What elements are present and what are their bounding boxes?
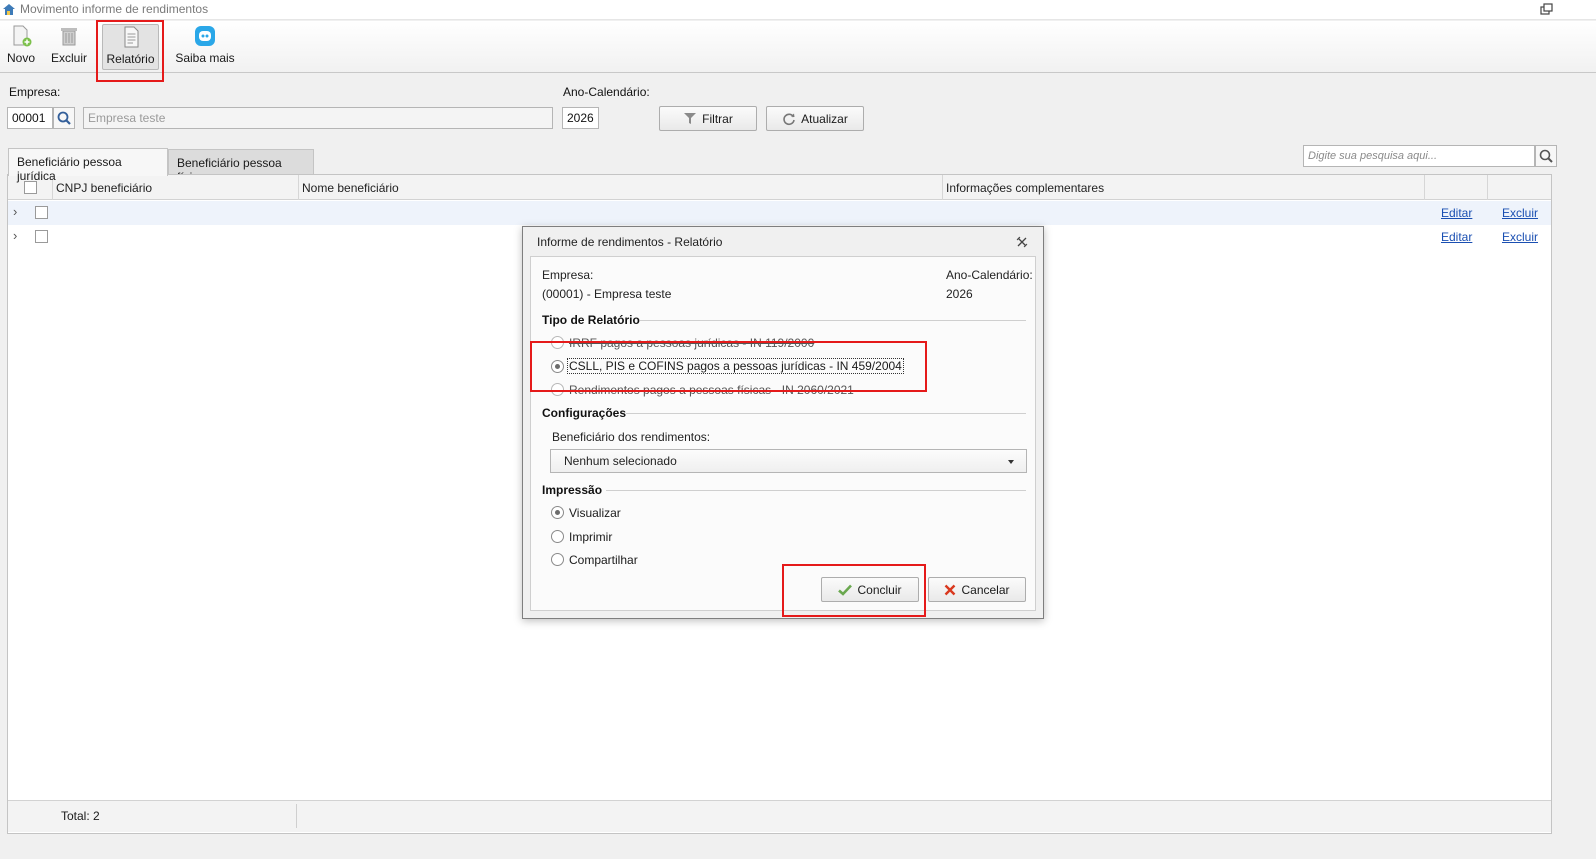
impressao-radio-compartilhar[interactable] [551, 553, 564, 566]
empresa-label: Empresa: [9, 85, 61, 99]
beneficiario-select[interactable]: Nenhum selecionado [550, 449, 1027, 473]
expand-chevron-icon[interactable]: › [13, 204, 17, 219]
refresh-icon [783, 112, 795, 125]
atualizar-button[interactable]: Atualizar [766, 106, 864, 131]
tab-pessoa-fisica[interactable]: Beneficiário pessoa física [168, 149, 314, 184]
impressao-option-imprimir[interactable]: Imprimir [569, 530, 612, 544]
tipo-option-csll-text: CSLL, PIS e COFINS pagos a pessoas juríd… [567, 358, 904, 374]
delete-link[interactable]: Excluir [1502, 230, 1538, 244]
impressao-radio-visualizar[interactable] [551, 506, 564, 519]
header-info[interactable]: Informações complementares [943, 175, 1425, 200]
impressao-section-title: Impressão [542, 483, 603, 497]
tab-pessoa-juridica[interactable]: Beneficiário pessoa jurídica [8, 148, 168, 183]
concluir-button[interactable]: Concluir [821, 577, 919, 602]
beneficiario-select-value: Nenhum selecionado [564, 454, 677, 468]
excluir-label: Excluir [50, 51, 87, 65]
edit-link[interactable]: Editar [1441, 230, 1472, 244]
dialog-ano-value: 2026 [946, 287, 973, 301]
toolbar: Novo Excluir Relatório Saiba mais [0, 21, 1596, 73]
footer-divider [296, 804, 297, 828]
window-title: Movimento informe de rendimentos [20, 2, 209, 16]
tipo-section-divider [640, 320, 1026, 321]
impressao-option-compartilhar[interactable]: Compartilhar [569, 553, 638, 567]
dialog-empresa-label: Empresa: [542, 268, 594, 282]
impressao-option-visualizar[interactable]: Visualizar [569, 506, 621, 520]
app-logo-icon [3, 4, 15, 15]
tipo-radio-irrf[interactable] [551, 336, 564, 349]
tipo-section-title: Tipo de Relatório [542, 313, 640, 327]
trash-icon [61, 28, 77, 46]
relatorio-button[interactable]: Relatório [102, 24, 159, 70]
cancelar-label: Cancelar [961, 582, 1010, 597]
cancel-x-icon [945, 584, 956, 595]
novo-label: Novo [6, 51, 35, 65]
table-row[interactable]: › Editar Excluir [8, 201, 1551, 225]
atualizar-label: Atualizar [801, 111, 848, 126]
concluir-label: Concluir [857, 582, 902, 597]
restore-window-icon[interactable] [1540, 3, 1554, 16]
saiba-mais-label: Saiba mais [175, 51, 235, 65]
filtrar-button[interactable]: Filtrar [659, 106, 757, 131]
ano-input[interactable]: 2026 [562, 107, 599, 129]
tipo-radio-rendimentos[interactable] [551, 383, 564, 396]
help-chat-icon [195, 26, 215, 46]
ano-label: Ano-Calendário: [563, 85, 650, 99]
dialog-ano-label: Ano-Calendário: [946, 268, 1033, 282]
header-edit-col [1425, 175, 1488, 200]
grid-footer: Total: 2 [8, 800, 1551, 832]
cancelar-button[interactable]: Cancelar [928, 577, 1026, 602]
tipo-option-csll[interactable]: CSLL, PIS e COFINS pagos a pessoas juríd… [567, 358, 904, 374]
row-checkbox[interactable] [35, 230, 48, 243]
novo-button[interactable]: Novo [4, 24, 38, 70]
expand-chevron-icon[interactable]: › [13, 228, 17, 243]
impressao-radio-imprimir[interactable] [551, 530, 564, 543]
excluir-button[interactable]: Excluir [49, 24, 89, 70]
report-document-icon [124, 26, 138, 48]
grid-header: CNPJ beneficiário Nome beneficiário Info… [8, 175, 1551, 200]
dialog-empresa-value: (00001) - Empresa teste [542, 287, 672, 301]
empresa-search-button[interactable] [53, 107, 75, 129]
filter-icon [684, 113, 697, 124]
chevron-down-icon [1008, 460, 1014, 464]
config-section-title: Configurações [542, 406, 627, 420]
relatorio-label: Relatório [106, 52, 155, 66]
new-document-icon [13, 25, 32, 47]
total-count: Total: 2 [61, 809, 100, 823]
search-icon [1539, 149, 1553, 163]
delete-link[interactable]: Excluir [1502, 206, 1538, 220]
header-nome[interactable]: Nome beneficiário [299, 175, 943, 200]
dialog-title: Informe de rendimentos - Relatório [537, 235, 723, 249]
tipo-option-irrf[interactable]: IRRF pagos a pessoas jurídicas - IN 119/… [569, 336, 814, 350]
config-section-divider [626, 413, 1026, 414]
row-checkbox[interactable] [35, 206, 48, 219]
empresa-code-input[interactable]: 00001 [7, 107, 53, 129]
search-button[interactable] [1535, 145, 1557, 167]
tipo-option-rendimentos[interactable]: Rendimentos pagos a pessoas físicas - IN… [569, 383, 854, 397]
check-icon [838, 584, 853, 596]
tipo-radio-csll[interactable] [551, 360, 564, 373]
close-icon[interactable] [1016, 236, 1028, 248]
beneficiario-label: Beneficiário dos rendimentos: [552, 430, 711, 444]
saiba-mais-button[interactable]: Saiba mais [173, 24, 237, 70]
impressao-section-divider [606, 490, 1026, 491]
header-cnpj[interactable]: CNPJ beneficiário [53, 175, 299, 200]
header-delete-col [1488, 175, 1551, 200]
empresa-name-input: Empresa teste [83, 107, 553, 129]
filtrar-label: Filtrar [702, 111, 733, 126]
edit-link[interactable]: Editar [1441, 206, 1472, 220]
search-input[interactable]: Digite sua pesquisa aqui... [1303, 145, 1535, 167]
title-bar: Movimento informe de rendimentos [0, 0, 1596, 20]
search-icon [57, 111, 71, 125]
